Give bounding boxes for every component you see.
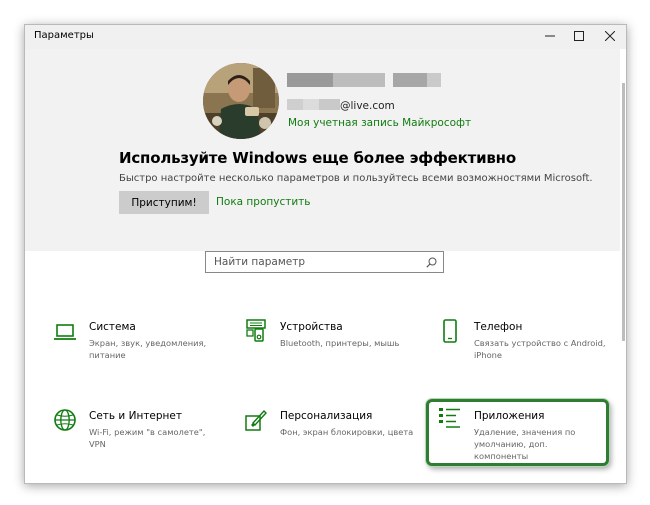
tile-phone-desc: Связать устройство с Android, iPhone [474,338,606,360]
search-input[interactable]: Найти параметр [205,251,444,273]
tile-personalization-desc: Фон, экран блокировки, цвета [280,427,414,437]
tile-system-desc: Экран, звук, уведомления, питание [89,338,207,360]
tile-personalization-title: Персонализация [280,410,373,422]
tile-network[interactable]: Сеть и Интернет Wi-Fi, режим "в самолете… [53,409,223,459]
minimize-button[interactable] [534,25,566,47]
skip-link[interactable]: Пока пропустить [216,196,311,208]
devices-icon [246,319,266,342]
close-icon [605,31,615,41]
user-name-blurred [287,73,441,87]
tile-personalization[interactable]: Персонализация Фон, экран блокировки, цв… [244,409,414,459]
tile-devices-desc: Bluetooth, принтеры, мышь [280,338,400,348]
window-title: Параметры [34,30,94,41]
microsoft-account-link[interactable]: Моя учетная запись Майкрософт [288,117,471,129]
phone-icon [443,319,457,343]
title-bar[interactable]: Параметры [25,25,626,49]
avatar-photo-icon [203,63,279,139]
start-button[interactable]: Приступим! [119,191,209,214]
scrollbar-thumb[interactable] [622,83,625,341]
email-domain: @live.com [340,100,395,112]
maximize-button[interactable] [563,25,595,47]
minimize-icon [545,35,555,37]
tile-network-desc: Wi-Fi, режим "в самолете", VPN [89,427,206,449]
user-email: @live.com [287,99,395,112]
scrollbar[interactable] [620,49,626,482]
email-blurred-part [287,99,340,110]
tile-network-title: Сеть и Интернет [89,410,182,422]
avatar[interactable] [203,63,279,139]
search-placeholder: Найти параметр [214,256,305,268]
tile-phone[interactable]: Телефон Связать устройство с Android, iP… [438,319,608,370]
paint-icon [245,409,267,431]
close-button[interactable] [594,25,626,47]
account-promo-banner: @live.com Моя учетная запись Майкрософт … [25,49,626,251]
laptop-icon [54,324,76,340]
tile-devices[interactable]: Устройства Bluetooth, принтеры, мышь [244,319,404,370]
tile-system-title: Система [89,321,136,333]
tile-phone-title: Телефон [474,321,523,333]
maximize-icon [574,31,584,41]
globe-icon [54,409,76,431]
promo-subtitle: Быстро настройте несколько параметров и … [119,173,593,184]
promo-title: Используйте Windows еще более эффективно [119,149,516,167]
settings-window: Параметры @live.com Моя учетная запись М… [24,24,627,484]
apps-highlight-frame [426,399,609,466]
tile-devices-title: Устройства [280,321,343,333]
search-icon[interactable] [426,257,437,268]
tile-system[interactable]: Система Экран, звук, уведомления, питани… [53,320,213,370]
